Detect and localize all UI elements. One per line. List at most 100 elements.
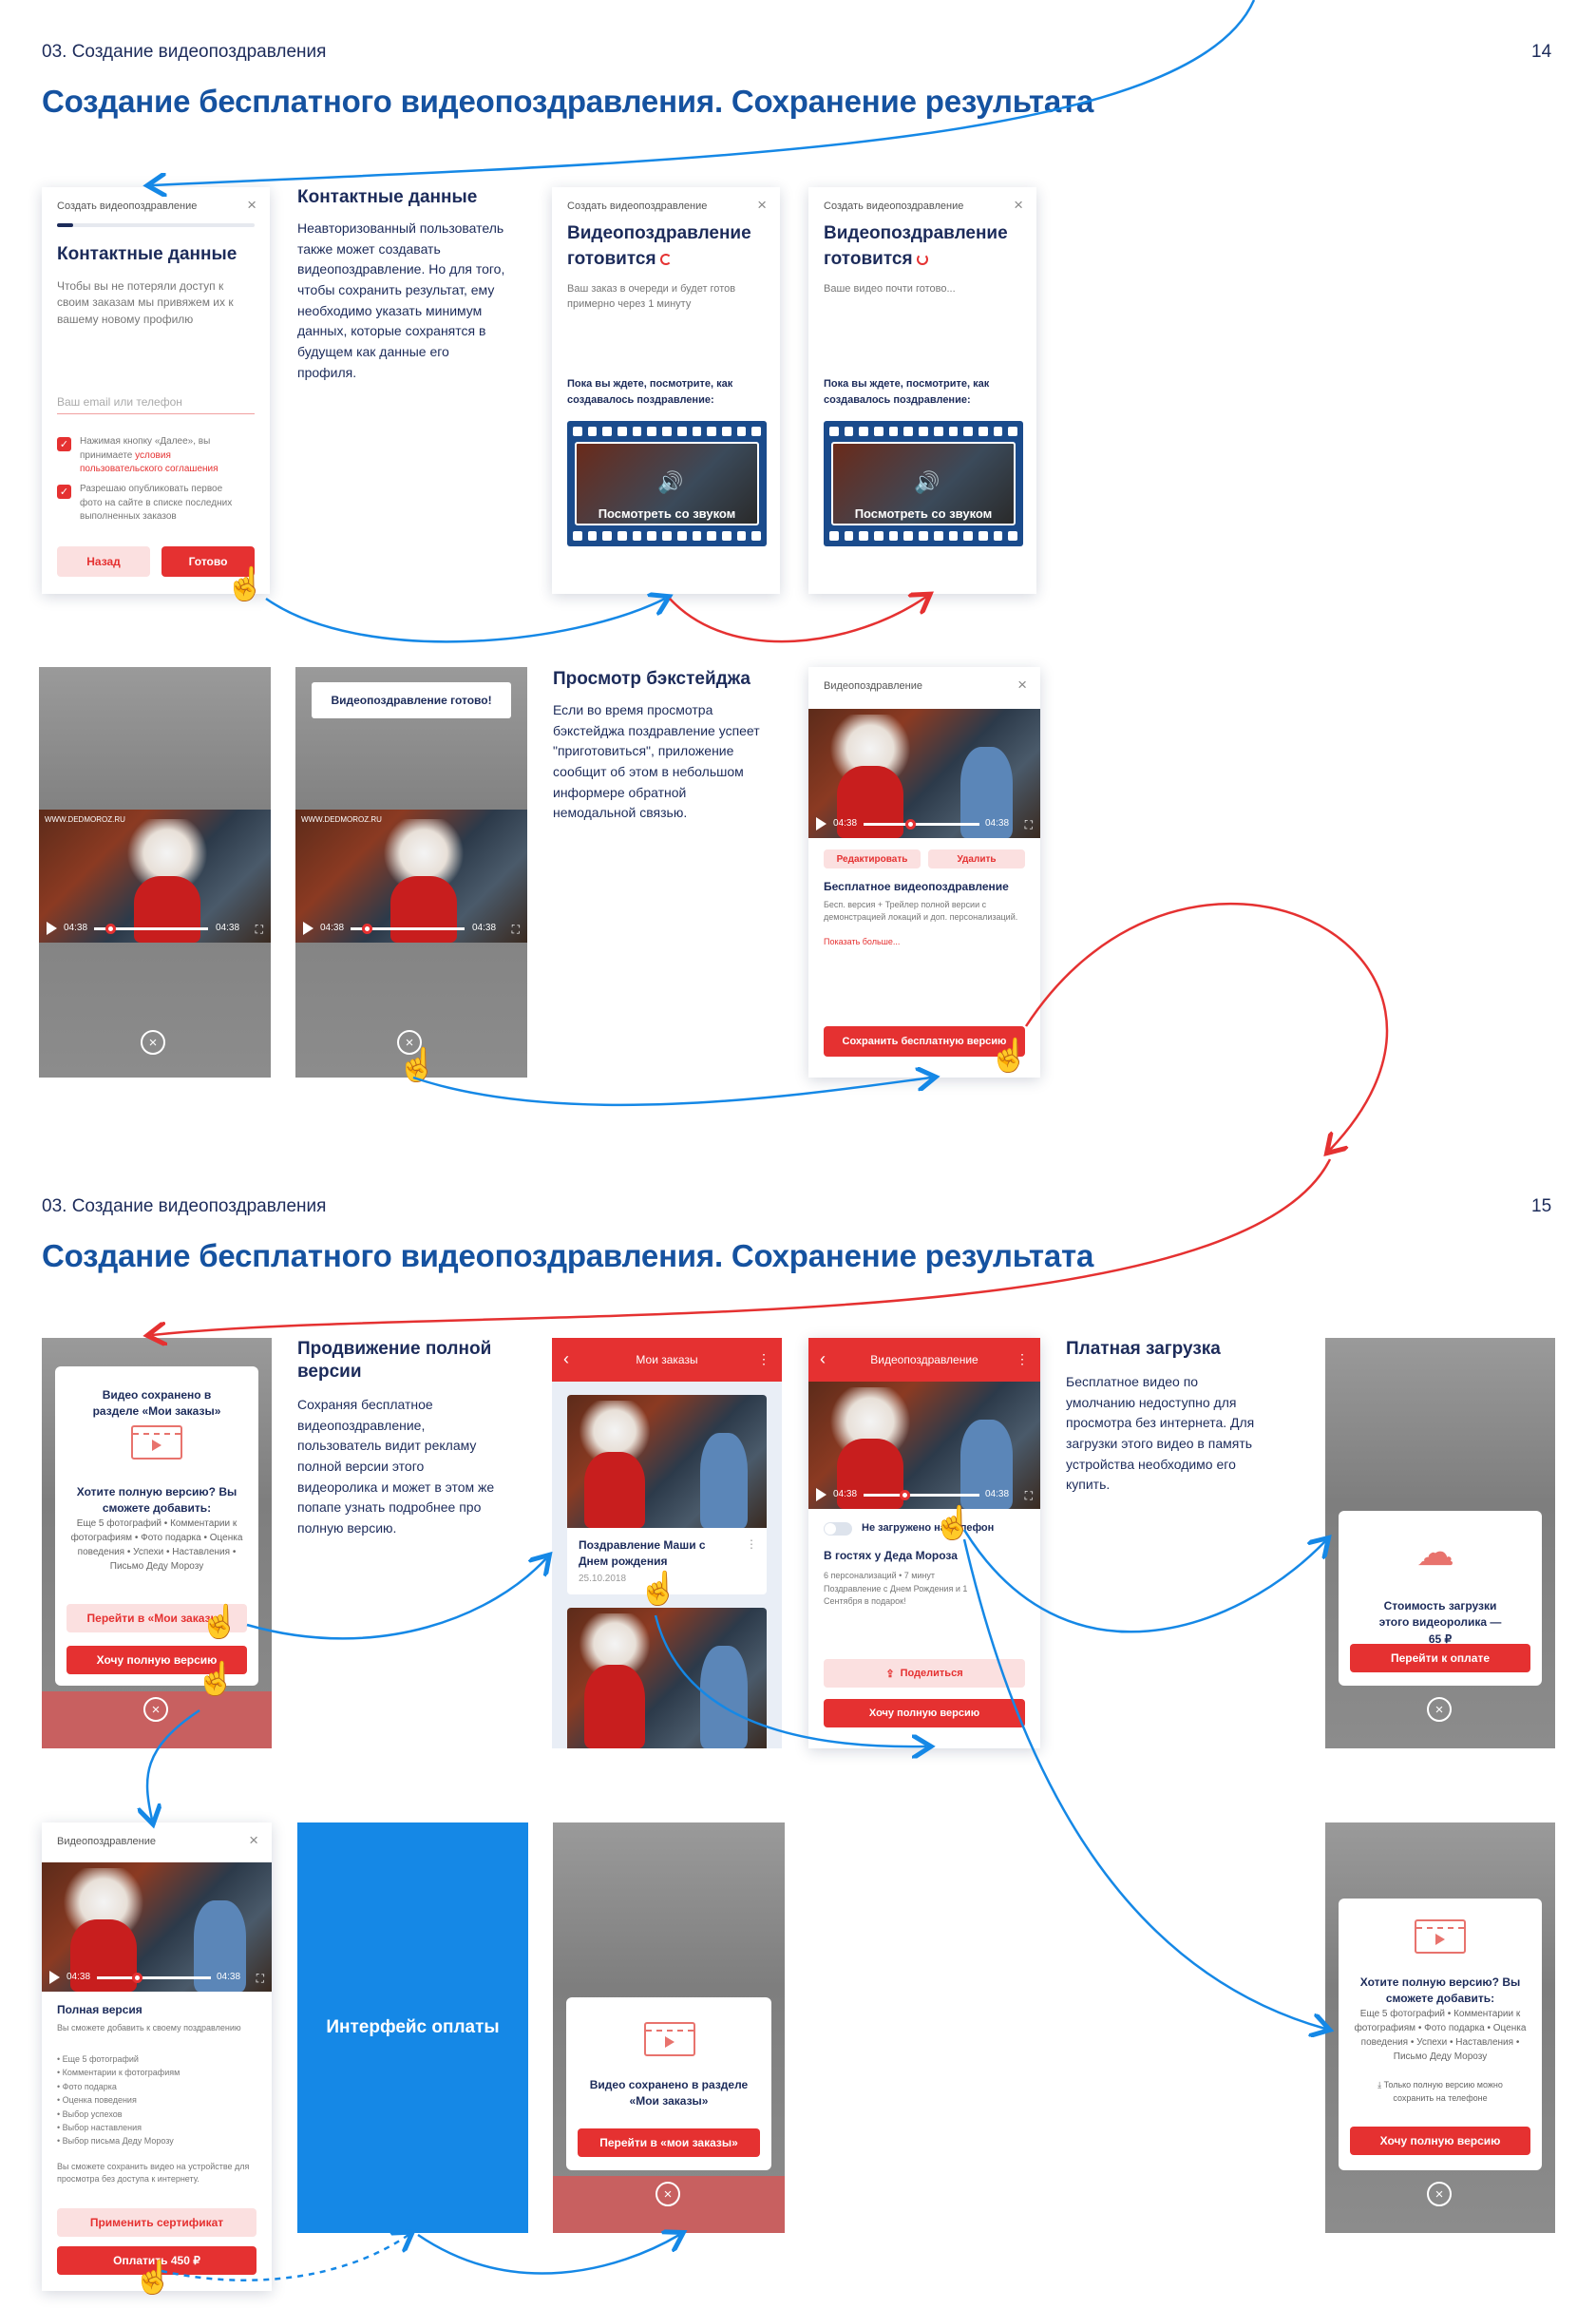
order-menu-icon[interactable]: ⋮ — [746, 1537, 757, 1551]
fullscreen-exit-icon[interactable]: ⛶ — [512, 923, 520, 937]
order-thumbnail-2[interactable] — [567, 1608, 767, 1748]
time-elapsed: 04:38 — [66, 1972, 91, 1982]
saved-popup-screen-2: Видео сохранено в разделе «Мои заказы» П… — [553, 1822, 785, 2233]
input-underline — [57, 413, 255, 414]
seek-knob[interactable] — [361, 924, 372, 934]
show-more-link[interactable]: Показать больше... — [824, 937, 900, 946]
agreement-text: Нажимая кнопку «Далее», вы принимаете ус… — [80, 436, 218, 474]
video-meta: 6 персонализаций • 7 минут — [824, 1571, 936, 1580]
full-version-popup-screen: Хотите полную версию? Вы сможете добавит… — [1325, 1822, 1555, 2233]
order-date: 25.10.2018 — [579, 1574, 627, 1584]
header-title: Видеопоздравление — [870, 1353, 978, 1366]
screen-header: Видеопоздравление — [57, 1836, 157, 1847]
time-elapsed: 04:38 — [833, 818, 858, 829]
feature-list: • Еще 5 фотографий • Комментарии к фотогр… — [57, 2052, 256, 2148]
close-icon[interactable]: × — [249, 1832, 258, 1848]
delete-button[interactable]: Удалить — [928, 849, 1025, 868]
back-button[interactable]: Назад — [57, 546, 150, 577]
close-icon[interactable]: × — [656, 2182, 680, 2206]
sound-icon: 🔊 — [914, 470, 940, 494]
video-description: Бесп. версия + Трейлер полной версии с д… — [824, 900, 1018, 923]
snow-maiden-figure — [700, 1646, 748, 1748]
feature-list-item: • Выбор успехов — [57, 2109, 123, 2119]
close-icon[interactable]: × — [1017, 677, 1027, 693]
video-player[interactable]: 04:38 04:38 ⛶ — [808, 1382, 1040, 1509]
popup-note: ⤓ Только полную версию можно сохранить н… — [1378, 2080, 1503, 2103]
menu-icon[interactable]: ⋮ — [1016, 1351, 1029, 1367]
seek-track[interactable] — [864, 1494, 979, 1497]
share-icon: ⇪ — [885, 1668, 895, 1680]
backstage-film[interactable]: 🔊 Посмотреть со звуком — [824, 421, 1023, 546]
film-holes — [573, 531, 761, 541]
video-player[interactable]: 04:38 04:38 ⛶ — [808, 709, 1040, 838]
video-player[interactable]: 04:38 04:38 ⛶ — [42, 1862, 272, 1992]
play-icon[interactable] — [816, 817, 826, 830]
close-icon[interactable]: × — [1427, 1697, 1452, 1722]
backstage-ready-screen: Видеопоздравление готово! WWW.DEDMOROZ.R… — [295, 667, 527, 1078]
seek-knob[interactable] — [104, 924, 116, 934]
santa-coat — [584, 1665, 645, 1748]
fullscreen-icon[interactable]: ⛶ — [1025, 818, 1033, 832]
apply-certificate-button[interactable]: Применить сертификат — [57, 2208, 256, 2237]
fullscreen-icon[interactable]: ⛶ — [1025, 1489, 1033, 1503]
play-icon[interactable] — [303, 922, 314, 935]
seek-knob[interactable] — [899, 1490, 910, 1500]
page-title: Создание бесплатного видеопоздравления. … — [42, 1238, 1094, 1273]
want-full-button[interactable]: Хочу полную версию — [1350, 2127, 1530, 2155]
close-icon[interactable]: × — [1427, 2182, 1452, 2206]
agreement-checkbox[interactable]: ✓ — [57, 437, 71, 451]
contact-input[interactable]: Ваш email или телефон — [57, 394, 182, 410]
backstage-video[interactable]: WWW.DEDMOROZ.RU 04:38 04:38 ⛶ — [39, 810, 271, 943]
menu-icon[interactable]: ⋮ — [757, 1351, 770, 1367]
header-title: Мои заказы — [636, 1353, 698, 1366]
seek-knob[interactable] — [132, 1973, 142, 1983]
download-popup-screen: ☁ Стоимость загрузки этого видеоролика —… — [1325, 1338, 1555, 1748]
flow-arrow — [265, 599, 665, 643]
backstage-video[interactable]: WWW.DEDMOROZ.RU 04:38 04:38 ⛶ — [295, 810, 527, 943]
time-elapsed: 04:38 — [833, 1489, 858, 1499]
close-icon[interactable]: × — [757, 197, 767, 213]
close-icon[interactable]: × — [141, 1030, 165, 1055]
tap-hand-icon: ☝ — [225, 566, 266, 602]
flow-arrow — [1024, 902, 1389, 1150]
screen-title: Контактные данные — [57, 244, 238, 264]
app-header: ‹ Мои заказы ⋮ — [552, 1338, 782, 1382]
share-button[interactable]: ⇪ Поделиться — [824, 1659, 1025, 1688]
want-full-button[interactable]: Хочу полную версию — [824, 1699, 1025, 1727]
preparing-screen-1: Создать видеопоздравление × Видеопоздрав… — [552, 187, 780, 594]
watermark: WWW.DEDMOROZ.RU — [45, 815, 125, 824]
feature-list-item: • Выбор письма Деду Морозу — [57, 2136, 174, 2147]
order-thumbnail — [567, 1395, 767, 1528]
close-icon[interactable]: × — [1014, 197, 1023, 213]
annotation-title: Просмотр бэкстейджа — [553, 669, 750, 689]
watch-label: Пока вы ждете, посмотрите, как создавало… — [824, 378, 990, 406]
order-card[interactable]: Поздравление Маши с Днем рождения ⋮ 25.1… — [567, 1395, 767, 1594]
full-version-intro: Вы сможете добавить к своему поздравлени… — [57, 2023, 241, 2032]
seek-track[interactable] — [97, 1976, 211, 1979]
video-controls: 04:38 04:38 ⛶ — [42, 1963, 272, 1992]
flow-arrow — [412, 1078, 931, 1107]
play-icon[interactable] — [816, 1488, 826, 1501]
saved-popup-screen: Видео сохранено в разделе «Мои заказы» Х… — [42, 1338, 272, 1748]
seek-track[interactable] — [864, 823, 979, 826]
download-toggle[interactable] — [824, 1522, 852, 1536]
goto-orders-button[interactable]: Перейти в «мои заказы» — [578, 2128, 760, 2157]
ready-toast: Видеопоздравление готово! — [312, 682, 511, 718]
flow-arrow — [246, 1558, 546, 1640]
toggle-knob — [825, 1523, 836, 1535]
film-holes — [829, 531, 1017, 541]
close-icon[interactable]: × — [247, 197, 256, 213]
payment-interface-panel: Интерфейс оплаты — [297, 1822, 528, 2233]
edit-button[interactable]: Редактировать — [824, 849, 921, 868]
play-icon[interactable] — [49, 1971, 60, 1984]
play-icon[interactable] — [47, 922, 57, 935]
publish-checkbox[interactable]: ✓ — [57, 485, 71, 499]
fullscreen-icon[interactable]: ⛶ — [256, 1972, 264, 1986]
close-icon[interactable]: × — [143, 1697, 168, 1722]
seek-knob[interactable] — [904, 819, 916, 830]
go-to-payment-button[interactable]: Перейти к оплате — [1350, 1644, 1530, 1672]
backstage-film[interactable]: 🔊 Посмотреть со звуком — [567, 421, 767, 546]
video-detail-screen: ‹ Видеопоздравление ⋮ 04:38 04:38 ⛶ Не з… — [808, 1338, 1040, 1748]
annotation-title: Контактные данные — [297, 187, 478, 207]
fullscreen-exit-icon[interactable]: ⛶ — [256, 923, 263, 937]
